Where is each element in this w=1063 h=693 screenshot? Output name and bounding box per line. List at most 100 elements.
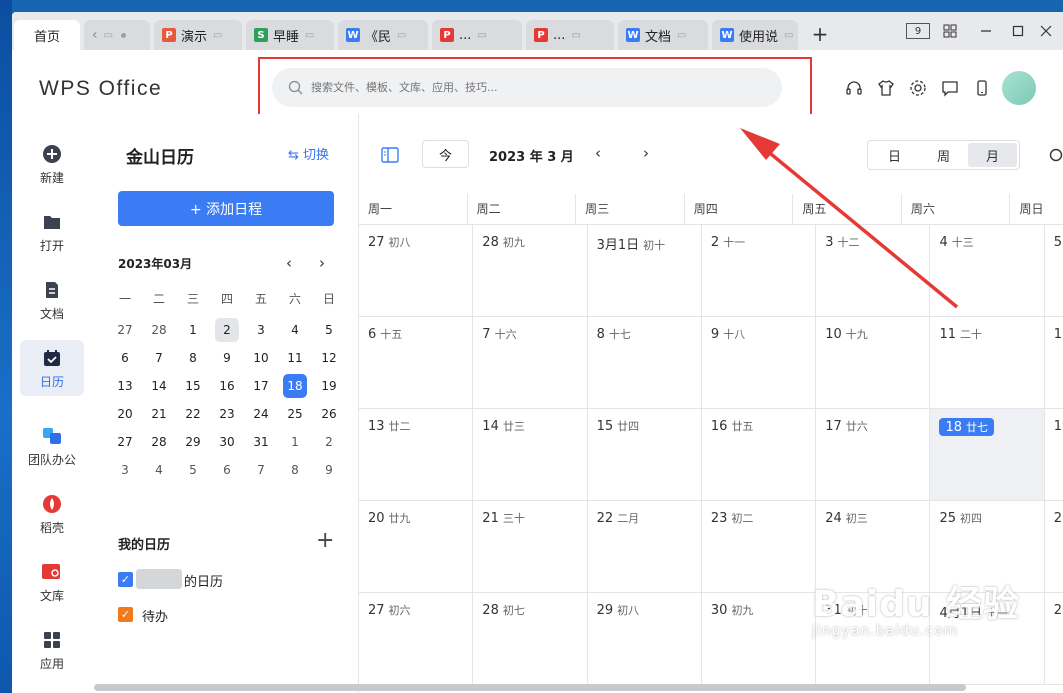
tab-doc-2[interactable]: W 《民 ▭: [338, 20, 428, 50]
mini-day[interactable]: 12: [312, 344, 346, 372]
chevron-left-icon[interactable]: ‹: [92, 27, 98, 43]
tab-doc-4[interactable]: P... ▭: [526, 20, 614, 50]
view-1[interactable]: 周: [919, 143, 968, 167]
mini-day[interactable]: 9: [312, 456, 346, 484]
day-cell[interactable]: 11 二十: [930, 317, 1045, 409]
tab-home[interactable]: 首页: [14, 20, 80, 50]
mini-day[interactable]: 24: [244, 400, 278, 428]
view-2[interactable]: 月: [968, 143, 1017, 167]
settings-gear-icon[interactable]: [908, 78, 928, 98]
mini-day[interactable]: 5: [312, 316, 346, 344]
mini-day[interactable]: 4: [142, 456, 176, 484]
mini-day[interactable]: 28: [142, 316, 176, 344]
day-cell[interactable]: 18 廿七: [930, 409, 1045, 501]
mini-next-month-button[interactable]: ›: [319, 254, 325, 272]
day-cell[interactable]: 21 三十: [473, 501, 588, 593]
mini-day[interactable]: 7: [244, 456, 278, 484]
grid-view-icon[interactable]: [940, 20, 960, 42]
mini-day[interactable]: 18: [278, 372, 312, 400]
mini-day[interactable]: 9: [210, 344, 244, 372]
minimize-icon[interactable]: [976, 20, 996, 42]
day-cell[interactable]: 2 十一: [701, 225, 817, 317]
mini-day[interactable]: 17: [244, 372, 278, 400]
nav-new[interactable]: 新建: [20, 136, 84, 192]
mini-day[interactable]: 6: [210, 456, 244, 484]
add-event-button[interactable]: + 添加日程: [118, 191, 334, 226]
mini-day[interactable]: 7: [142, 344, 176, 372]
nav-apps[interactable]: 应用: [20, 622, 84, 678]
day-cell[interactable]: 30 初九: [701, 593, 817, 685]
day-cell[interactable]: 10 十九: [816, 317, 931, 409]
mini-day[interactable]: 20: [108, 400, 142, 428]
mini-day[interactable]: 23: [210, 400, 244, 428]
mini-day[interactable]: 8: [278, 456, 312, 484]
mini-day[interactable]: 6: [108, 344, 142, 372]
phone-icon[interactable]: [972, 78, 992, 98]
skin-shirt-icon[interactable]: [876, 78, 896, 98]
mini-day[interactable]: 28: [142, 428, 176, 456]
today-button[interactable]: 今: [422, 140, 469, 168]
mini-day[interactable]: 25: [278, 400, 312, 428]
tab-doc-0[interactable]: P 演示 ▭: [154, 20, 242, 50]
day-cell[interactable]: 3月1日 初十: [587, 225, 702, 317]
nav-docs[interactable]: 文档: [20, 272, 84, 328]
horizontal-scrollbar[interactable]: [94, 684, 966, 691]
tab-doc-5[interactable]: W 文档 ▭: [618, 20, 708, 50]
add-tab-button[interactable]: +: [808, 22, 832, 48]
mini-day[interactable]: 14: [142, 372, 176, 400]
mini-day[interactable]: 3: [244, 316, 278, 344]
day-cell[interactable]: 13 廿二: [359, 409, 474, 501]
mini-day[interactable]: 1: [176, 316, 210, 344]
day-cell[interactable]: 5十四: [1044, 225, 1063, 317]
day-cell[interactable]: 12廿一: [1044, 317, 1063, 409]
prev-month-button[interactable]: ‹: [595, 144, 601, 162]
mini-prev-month-button[interactable]: ‹: [286, 254, 292, 272]
mini-day[interactable]: 27: [108, 428, 142, 456]
day-cell[interactable]: 23 初二: [701, 501, 817, 593]
search-icon[interactable]: [1049, 148, 1063, 168]
mini-day[interactable]: 27: [108, 316, 142, 344]
sidebar-toggle-icon[interactable]: [381, 147, 399, 167]
day-cell[interactable]: 28 初九: [473, 225, 588, 317]
nav-team[interactable]: 团队办公: [20, 418, 84, 474]
mini-day[interactable]: 15: [176, 372, 210, 400]
nav-library[interactable]: 文库: [20, 554, 84, 610]
tab-count-icon[interactable]: 9: [906, 23, 930, 39]
day-cell[interactable]: 19廿八: [1044, 409, 1063, 501]
day-cell[interactable]: 27 初六: [359, 593, 474, 685]
mini-day[interactable]: 2: [210, 316, 244, 344]
nav-open[interactable]: 打开: [20, 204, 84, 260]
mini-day[interactable]: 13: [108, 372, 142, 400]
nav-daoke[interactable]: 稻壳: [20, 486, 84, 542]
mini-day[interactable]: 16: [210, 372, 244, 400]
close-icon[interactable]: [1036, 20, 1056, 42]
day-cell[interactable]: 3 十二: [816, 225, 931, 317]
tab-doc-3[interactable]: P... ▭: [432, 20, 522, 50]
mini-day[interactable]: 19: [312, 372, 346, 400]
day-cell[interactable]: 17 廿六: [816, 409, 931, 501]
day-cell[interactable]: 16 廿五: [701, 409, 817, 501]
calendar-checkbox-todo[interactable]: ✓: [118, 607, 133, 622]
day-cell[interactable]: 29 初八: [587, 593, 702, 685]
add-calendar-button[interactable]: +: [316, 528, 334, 553]
tab-doc-1[interactable]: S 早睡 ▭: [246, 20, 334, 50]
mini-day[interactable]: 26: [312, 400, 346, 428]
mini-day[interactable]: 22: [176, 400, 210, 428]
mini-day[interactable]: 11: [278, 344, 312, 372]
nav-calendar[interactable]: 日历: [20, 340, 84, 396]
calendar-checkbox-personal[interactable]: ✓: [118, 572, 133, 587]
mini-day[interactable]: 1: [278, 428, 312, 456]
tab-nav-arrows[interactable]: ‹ ▭: [84, 20, 150, 50]
day-cell[interactable]: 26初五: [1044, 501, 1063, 593]
mini-day[interactable]: 29: [176, 428, 210, 456]
day-cell[interactable]: 9 十八: [701, 317, 817, 409]
message-icon[interactable]: [940, 78, 960, 98]
day-cell[interactable]: 6 十五: [359, 317, 474, 409]
day-cell[interactable]: 20 廿九: [359, 501, 474, 593]
maximize-icon[interactable]: [1008, 20, 1028, 42]
day-cell[interactable]: 27 初八: [359, 225, 474, 317]
mini-day[interactable]: 5: [176, 456, 210, 484]
day-cell[interactable]: 15 廿四: [587, 409, 702, 501]
mini-day[interactable]: 4: [278, 316, 312, 344]
headset-icon[interactable]: [844, 78, 864, 98]
